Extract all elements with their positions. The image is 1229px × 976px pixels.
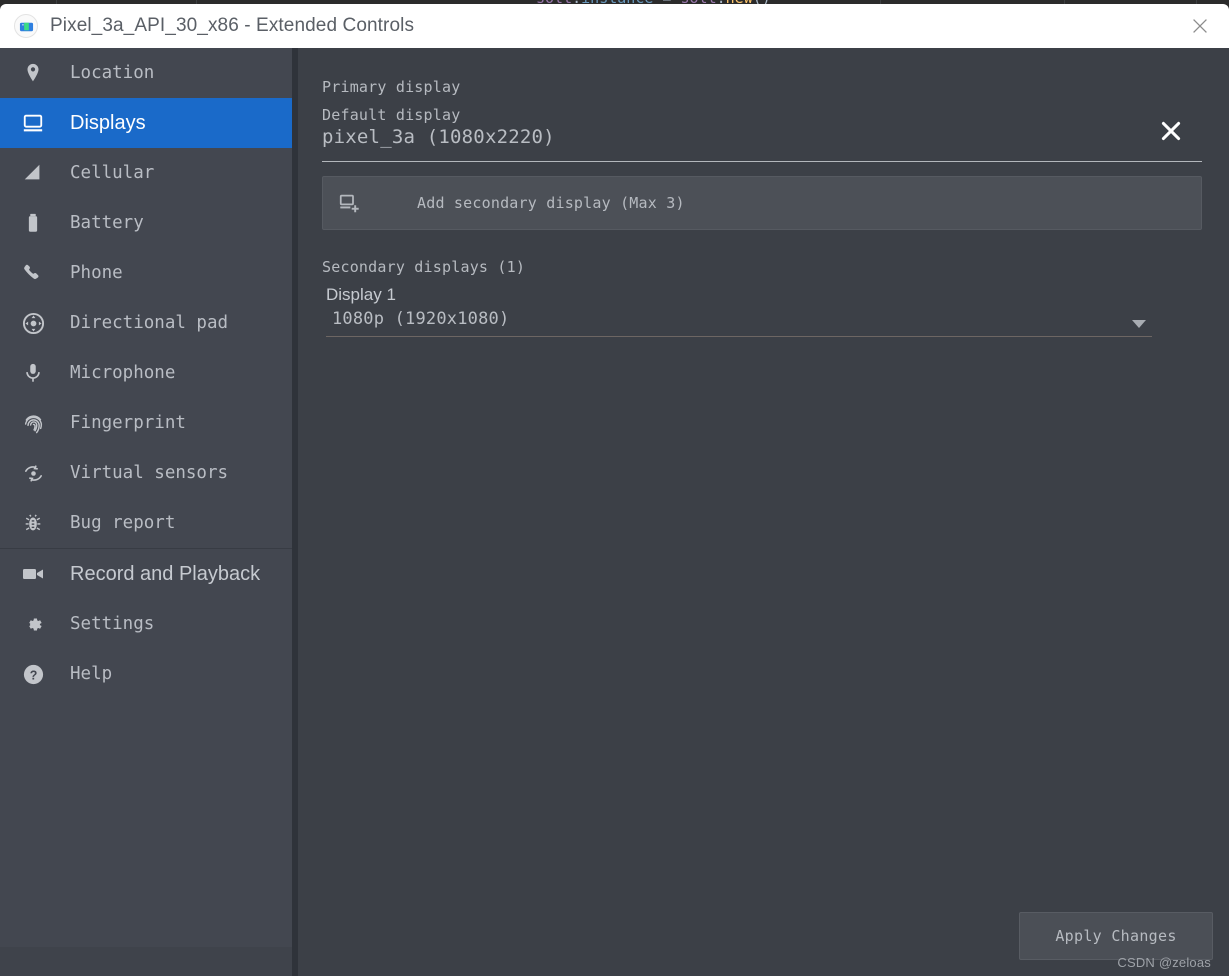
sidebar-item-label: Microphone bbox=[70, 363, 176, 383]
sidebar-item-label: Settings bbox=[70, 614, 155, 634]
sidebar-item-label: Help bbox=[70, 664, 113, 684]
sidebar-item-virtual-sensors[interactable]: Virtual sensors bbox=[0, 448, 292, 498]
monitor-plus-icon bbox=[337, 191, 361, 215]
apply-changes-button[interactable]: Apply Changes bbox=[1019, 912, 1213, 960]
display-resolution-select[interactable]: 1080p (1920x1080) bbox=[326, 309, 1152, 337]
android-emulator-icon bbox=[14, 14, 38, 38]
display-resolution-value: 1080p (1920x1080) bbox=[332, 309, 510, 329]
section-divider bbox=[322, 161, 1202, 162]
question-mark-icon: ? bbox=[16, 663, 50, 686]
gear-icon bbox=[16, 613, 50, 636]
sidebar-item-displays[interactable]: Displays bbox=[0, 98, 292, 148]
sidebar-item-fingerprint[interactable]: Fingerprint bbox=[0, 398, 292, 448]
watermark-text: CSDN @zeloas bbox=[1117, 955, 1211, 970]
extended-controls-window: solt.instance = solt.new() Pixel_3a_API_… bbox=[0, 0, 1229, 976]
remove-display-button[interactable] bbox=[1156, 116, 1186, 146]
sidebar-item-bug-report[interactable]: Bug report bbox=[0, 498, 292, 548]
close-icon[interactable] bbox=[1181, 7, 1219, 45]
video-camera-icon bbox=[16, 562, 50, 586]
fingerprint-icon bbox=[16, 412, 50, 435]
sidebar-item-label: Fingerprint bbox=[70, 413, 186, 433]
sidebar-item-label: Battery bbox=[70, 213, 144, 233]
sidebar-item-phone[interactable]: Phone bbox=[0, 248, 292, 298]
location-pin-icon bbox=[16, 62, 50, 84]
window-title: Pixel_3a_API_30_x86 - Extended Controls bbox=[50, 15, 415, 36]
sidebar-item-label: Directional pad bbox=[70, 313, 229, 333]
sidebar-item-label: Phone bbox=[70, 263, 123, 283]
sidebar-item-label: Virtual sensors bbox=[70, 463, 229, 483]
secondary-displays-label: Secondary displays (1) bbox=[322, 258, 526, 276]
sidebar-footer-area bbox=[0, 947, 292, 976]
sidebar: Location Displays Cellular Battery Phone… bbox=[0, 48, 292, 947]
sidebar-item-label: Record and Playback bbox=[70, 562, 261, 585]
signal-bars-icon bbox=[16, 162, 50, 184]
sidebar-item-microphone[interactable]: Microphone bbox=[0, 348, 292, 398]
sidebar-item-directional-pad[interactable]: Directional pad bbox=[0, 298, 292, 348]
sidebar-item-location[interactable]: Location bbox=[0, 48, 292, 98]
sidebar-item-label: Displays bbox=[70, 111, 146, 134]
add-secondary-display-label: Add secondary display (Max 3) bbox=[417, 194, 685, 212]
bug-icon bbox=[16, 512, 50, 534]
microphone-icon bbox=[16, 362, 50, 384]
primary-display-label: Primary display bbox=[322, 78, 461, 96]
battery-icon bbox=[16, 212, 50, 234]
chevron-down-icon bbox=[1132, 320, 1146, 328]
displays-panel: Primary display Default display pixel_3a… bbox=[298, 48, 1229, 976]
sidebar-item-label: Bug report bbox=[70, 513, 176, 533]
sidebar-item-record-and-playback[interactable]: Record and Playback bbox=[0, 549, 292, 599]
svg-text:?: ? bbox=[29, 668, 37, 682]
phone-handset-icon bbox=[16, 262, 50, 284]
default-display-label: Default display bbox=[322, 106, 461, 124]
display-name-label: Display 1 bbox=[326, 285, 396, 304]
monitor-icon bbox=[16, 112, 50, 134]
default-display-value: pixel_3a (1080x2220) bbox=[322, 126, 555, 148]
add-secondary-display-button[interactable]: Add secondary display (Max 3) bbox=[322, 176, 1202, 230]
sidebar-item-cellular[interactable]: Cellular bbox=[0, 148, 292, 198]
sidebar-item-battery[interactable]: Battery bbox=[0, 198, 292, 248]
dpad-icon bbox=[16, 312, 50, 335]
sidebar-item-settings[interactable]: Settings bbox=[0, 599, 292, 649]
sidebar-item-label: Cellular bbox=[70, 163, 155, 183]
sidebar-item-help[interactable]: ? Help bbox=[0, 649, 292, 699]
window-titlebar: Pixel_3a_API_30_x86 - Extended Controls bbox=[0, 4, 1229, 48]
sidebar-item-label: Location bbox=[70, 63, 155, 83]
rotation-sensor-icon bbox=[16, 462, 50, 485]
